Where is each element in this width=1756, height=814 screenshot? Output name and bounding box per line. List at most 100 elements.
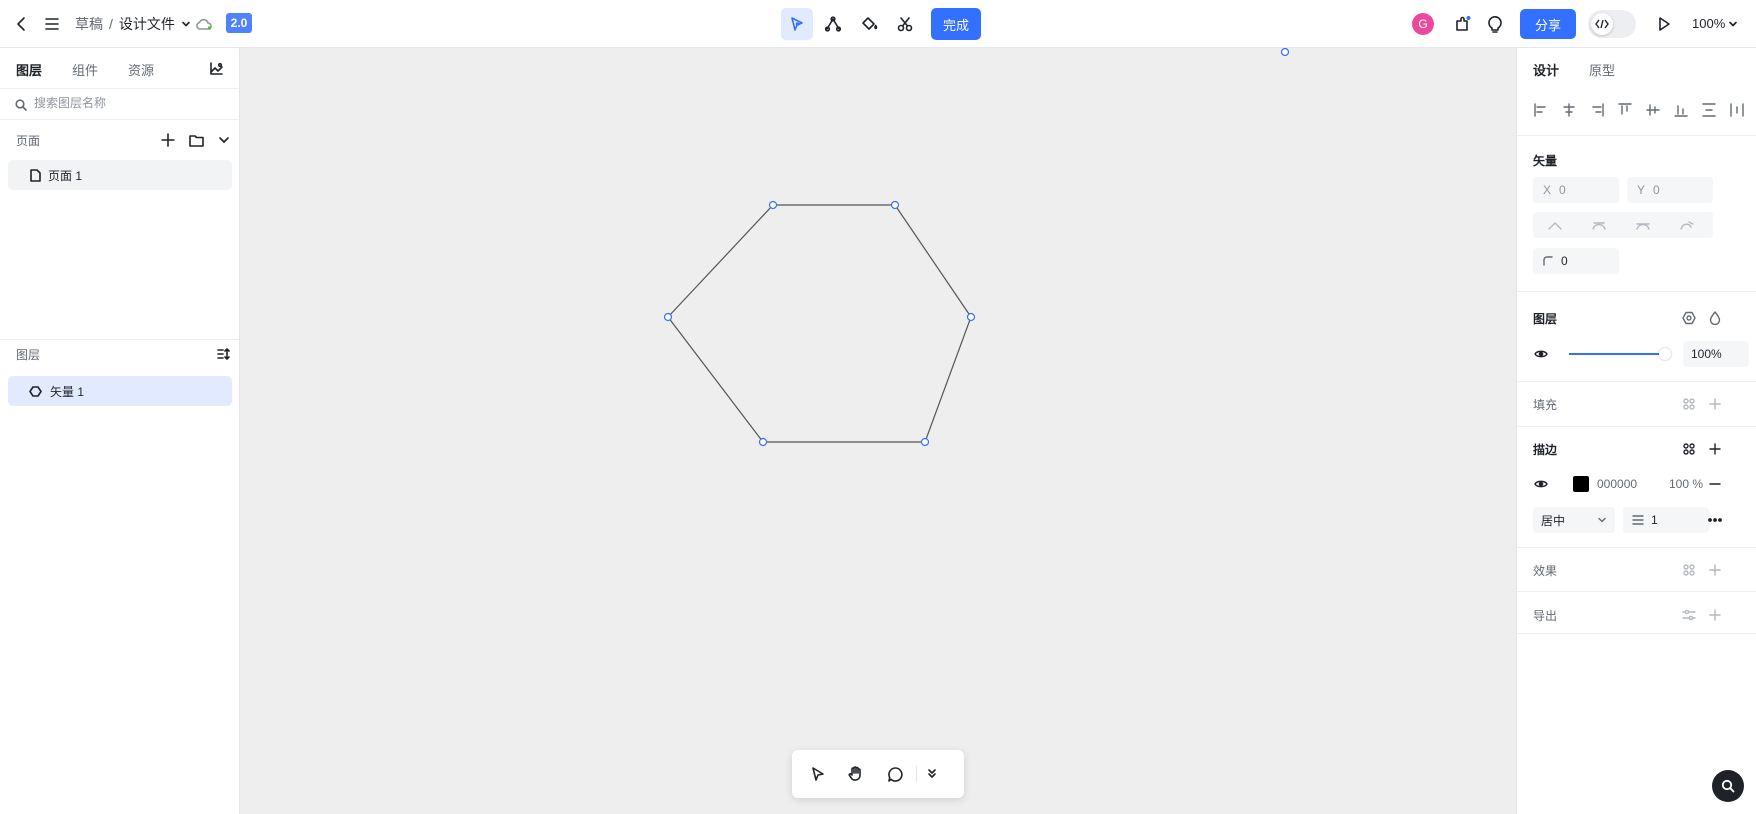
comment-tool-icon[interactable] [883,762,907,786]
toolbar-divider [916,766,917,782]
more-icon[interactable] [1705,510,1725,530]
file-name[interactable]: 设计文件 [119,14,175,34]
lightbulb-icon[interactable] [1483,12,1507,36]
x-field[interactable]: X 0 [1533,177,1619,203]
menu-icon[interactable] [40,12,64,36]
dev-mode-toggle[interactable] [1588,10,1636,38]
scissors-icon[interactable] [889,8,921,40]
version-badge[interactable]: 2.0 [226,13,252,33]
zoom-level: 100% [1692,16,1726,31]
stroke-weight-icon [1631,513,1645,527]
left-panel: 图层 组件 资源 页面 页面 1 图层 矢量 1 [0,48,240,814]
stroke-color-swatch[interactable] [1573,476,1589,492]
page-item[interactable]: 页面 1 [8,160,232,190]
pages-title: 页面 [16,134,41,148]
align-right-icon[interactable] [1587,100,1607,120]
back-icon[interactable] [10,12,34,36]
divider [0,339,239,340]
droplet-icon[interactable] [1705,308,1725,328]
align-h-center-icon[interactable] [1559,100,1579,120]
opacity-field[interactable]: 100% [1683,341,1749,367]
play-icon[interactable] [1652,12,1676,36]
remove-stroke-icon[interactable] [1705,474,1725,494]
zoom-control[interactable]: 100% [1692,16,1738,31]
vertex-handle[interactable] [758,437,768,447]
stroke-color-hex: 000000 [1597,477,1638,491]
tab-layers[interactable]: 图层 [16,60,42,79]
layer-item[interactable]: 矢量 1 [8,376,232,406]
align-top-icon[interactable] [1615,100,1635,120]
x-label: X [1543,183,1552,197]
stroke-align-select[interactable]: 居中 [1533,507,1615,533]
breadcrumb: 草稿 / 设计文件 [75,14,191,34]
opacity-slider-track[interactable] [1569,353,1661,355]
add-fill-icon[interactable] [1705,394,1725,414]
add-page-icon[interactable] [158,130,178,150]
done-button[interactable]: 完成 [931,8,981,40]
folder-icon[interactable] [186,130,206,150]
avatar[interactable]: G [1412,13,1434,35]
plugin-icon[interactable] [1451,12,1475,36]
align-left-icon[interactable] [1531,100,1551,120]
hand-tool-icon[interactable] [844,762,868,786]
pen-tool-icon[interactable] [781,8,813,40]
distribute-horizontal-icon[interactable] [1727,100,1747,120]
tab-components[interactable]: 组件 [72,60,98,79]
chevron-down-icon [1728,19,1738,29]
bend-tool-icon[interactable] [817,8,849,40]
search-input[interactable] [34,96,224,110]
vertex-handle[interactable] [920,437,930,447]
add-export-icon[interactable] [1705,605,1725,625]
vertex-handle[interactable] [663,312,673,322]
style-grid-icon[interactable] [1679,439,1699,459]
chevron-double-down-icon[interactable] [922,764,942,784]
x-value: 0 [1559,183,1566,197]
corner-radius-value: 0 [1561,254,1568,268]
point-mirrored-icon[interactable] [1589,216,1609,234]
point-disconnected-icon[interactable] [1677,216,1697,234]
share-button[interactable]: 分享 [1520,9,1576,39]
move-tool-icon[interactable] [806,762,830,786]
stroke-color-field[interactable]: 000000 100 % [1563,471,1711,497]
blend-mode-icon[interactable] [1679,308,1699,328]
add-effect-icon[interactable] [1705,560,1725,580]
vertex-handle[interactable] [890,200,900,210]
align-bottom-icon[interactable] [1671,100,1691,120]
chevron-down-icon[interactable] [181,19,191,29]
point-straight-icon[interactable] [1545,216,1565,234]
breadcrumb-root[interactable]: 草稿 [75,14,103,34]
tab-prototype[interactable]: 原型 [1589,60,1615,79]
canvas[interactable] [240,48,1516,814]
tab-assets[interactable]: 资源 [128,60,154,79]
layer-search [0,88,239,120]
eye-icon[interactable] [1531,344,1551,364]
align-v-center-icon[interactable] [1643,100,1663,120]
search-fab[interactable] [1712,770,1744,802]
tab-design[interactable]: 设计 [1533,60,1559,79]
chevron-down-icon[interactable] [214,130,234,150]
bottom-toolbar [792,750,964,798]
settings-sliders-icon[interactable] [1679,605,1699,625]
add-stroke-icon[interactable] [1705,439,1725,459]
eye-icon[interactable] [1531,474,1551,494]
opacity-slider-knob[interactable] [1659,348,1671,360]
hexagon-vector[interactable] [667,204,972,443]
image-icon[interactable] [206,58,226,78]
chevron-down-icon [1597,515,1607,525]
layer-label: 矢量 1 [50,384,85,399]
style-grid-icon[interactable] [1679,394,1699,414]
sort-icon[interactable] [214,344,234,364]
style-grid-icon[interactable] [1679,560,1699,580]
layers-title: 图层 [16,348,41,362]
vertex-handle[interactable] [1280,48,1290,57]
y-field[interactable]: Y 0 [1627,177,1713,203]
corner-radius-field[interactable]: 0 [1533,248,1619,274]
y-label: Y [1637,183,1646,197]
point-asymmetric-icon[interactable] [1633,216,1653,234]
distribute-vertical-icon[interactable] [1699,100,1719,120]
vertex-handle[interactable] [768,200,778,210]
stroke-width-field[interactable]: 1 [1623,507,1709,533]
vertex-handle[interactable] [966,312,976,322]
divider [1517,426,1756,427]
paint-bucket-icon[interactable] [853,8,885,40]
